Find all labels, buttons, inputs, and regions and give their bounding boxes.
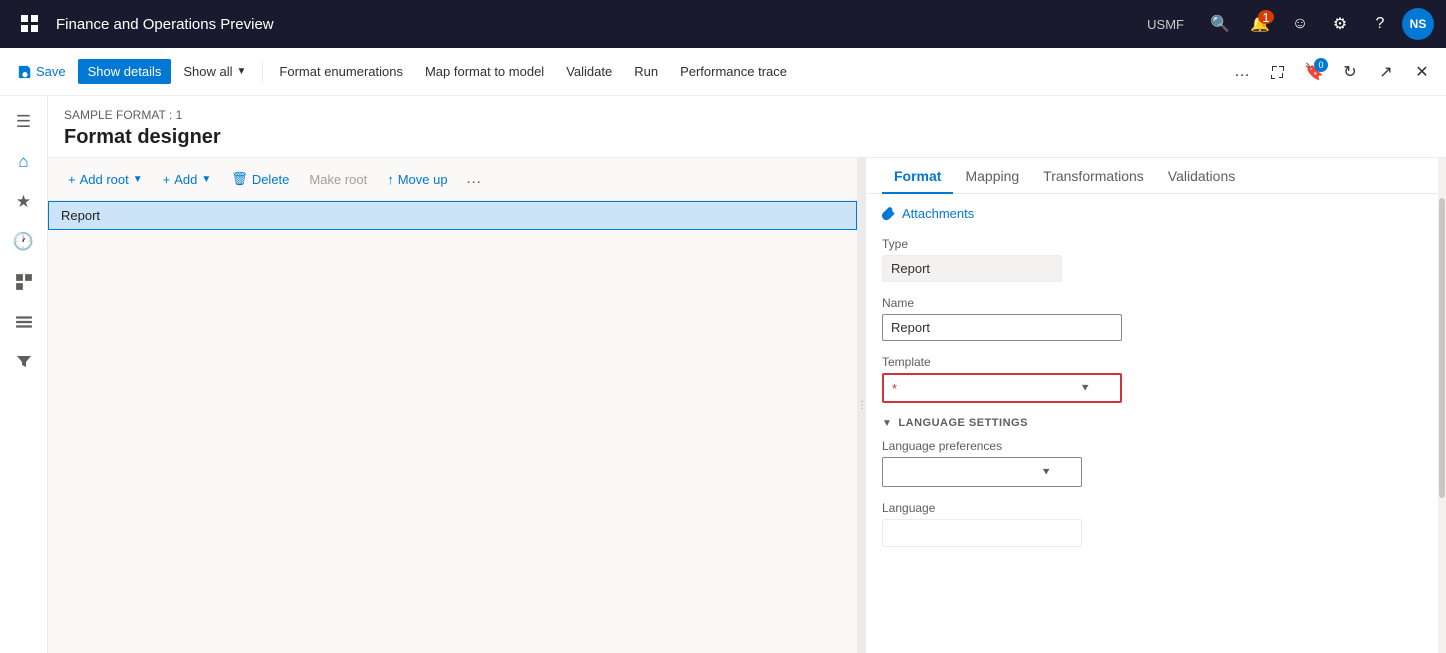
validate-button[interactable]: Validate	[556, 59, 622, 84]
notifications-icon[interactable]: 🔔 1	[1242, 6, 1278, 42]
save-button[interactable]: Save	[8, 59, 76, 84]
properties-content: Attachments Type Report Name Template	[866, 194, 1446, 653]
right-scrollbar[interactable]	[1438, 158, 1446, 653]
designer-area: + Add root ▼ + Add ▼ 🗑 Delete Make ro	[48, 158, 1446, 653]
performance-trace-button[interactable]: Performance trace	[670, 59, 797, 84]
language-preferences-label: Language preferences	[882, 439, 1430, 453]
nav-hamburger-icon[interactable]: ☰	[6, 104, 42, 140]
move-up-button[interactable]: ↑ Move up	[379, 168, 455, 191]
make-root-button[interactable]: Make root	[301, 168, 375, 191]
tab-format[interactable]: Format	[882, 158, 953, 194]
properties-panel: Format Mapping Transformations Validatio…	[866, 158, 1446, 653]
language-field-group: Language	[882, 501, 1430, 547]
search-icon[interactable]: 🔍	[1202, 6, 1238, 42]
tree-more-options-icon[interactable]: …	[460, 166, 488, 192]
separator-1	[262, 60, 263, 84]
template-label: Template	[882, 355, 1430, 369]
language-label: Language	[882, 501, 1430, 515]
language-settings-section[interactable]: ▼ LANGUAGE SETTINGS	[882, 417, 1430, 429]
close-icon[interactable]: ✕	[1406, 56, 1438, 88]
refresh-icon[interactable]: ↻	[1334, 56, 1366, 88]
tree-item-label: Report	[61, 208, 100, 223]
add-button[interactable]: + Add ▼	[155, 168, 220, 191]
nav-home-icon[interactable]: ⌂	[6, 144, 42, 180]
delete-button[interactable]: 🗑 Delete	[223, 167, 297, 191]
name-label: Name	[882, 296, 1430, 310]
type-value: Report	[882, 255, 1062, 282]
type-field-group: Type Report	[882, 237, 1430, 282]
gear-icon[interactable]: ⚙	[1322, 6, 1358, 42]
property-tabs: Format Mapping Transformations Validatio…	[866, 158, 1446, 194]
user-avatar[interactable]: NS	[1402, 8, 1434, 40]
panel-divider[interactable]: ⋮	[858, 158, 866, 653]
language-preferences-dropdown-inner[interactable]: ⯆	[882, 457, 1082, 487]
expand-icon[interactable]	[1262, 56, 1294, 88]
template-dropdown[interactable]: * ⯆	[882, 373, 1122, 403]
title-bar-right: USMF 🔍 🔔 1 ☺ ⚙ ? NS	[1139, 6, 1434, 42]
bookmark-icon[interactable]: 🔖 0	[1298, 56, 1330, 88]
content-area: SAMPLE FORMAT : 1 Format designer + Add …	[48, 96, 1446, 653]
template-required-star: *	[892, 381, 897, 396]
main-layout: ☰ ⌂ ★ 🕐 SAMPLE FORMAT : 1 Format designe…	[0, 96, 1446, 653]
type-label: Type	[882, 237, 1430, 251]
tab-mapping[interactable]: Mapping	[953, 158, 1031, 194]
scrollbar-thumb	[1439, 198, 1445, 498]
tree-panel: + Add root ▼ + Add ▼ 🗑 Delete Make ro	[48, 158, 858, 653]
template-dropdown-inner[interactable]: * ⯆	[882, 373, 1122, 403]
attachments-label: Attachments	[902, 206, 974, 221]
add-root-button[interactable]: + Add root ▼	[60, 168, 151, 191]
language-preferences-chevron-icon: ⯆	[1041, 465, 1051, 480]
tree-item[interactable]: Report	[48, 201, 857, 230]
breadcrumb: SAMPLE FORMAT : 1	[64, 108, 1430, 122]
name-field-group: Name	[882, 296, 1430, 341]
template-chevron-down-icon: ⯆	[1080, 381, 1090, 396]
section-collapse-icon: ▼	[882, 418, 892, 429]
apps-grid-icon[interactable]	[12, 6, 48, 42]
notification-count: 1	[1258, 10, 1274, 24]
add-chevron-icon: ▼	[201, 174, 211, 185]
add-root-chevron-icon: ▼	[133, 174, 143, 185]
user-settings-icon[interactable]: ☺	[1282, 6, 1318, 42]
help-icon[interactable]: ?	[1362, 6, 1398, 42]
format-enumerations-button[interactable]: Format enumerations	[269, 59, 413, 84]
show-details-button[interactable]: Show details	[78, 59, 172, 84]
nav-workspaces-icon[interactable]	[6, 264, 42, 300]
action-toolbar: Save Show details Show all ▼ Format enum…	[0, 48, 1446, 96]
attachments-link[interactable]: Attachments	[882, 206, 1430, 221]
nav-filter-icon[interactable]	[6, 344, 42, 380]
show-all-button[interactable]: Show all ▼	[173, 59, 256, 84]
tab-transformations[interactable]: Transformations	[1031, 158, 1156, 194]
template-field-group: Template * ⯆	[882, 355, 1430, 403]
tree-toolbar: + Add root ▼ + Add ▼ 🗑 Delete Make ro	[48, 158, 857, 201]
language-input[interactable]	[882, 519, 1082, 547]
nav-recent-icon[interactable]: 🕐	[6, 224, 42, 260]
show-all-chevron: ▼	[237, 66, 247, 77]
language-preferences-dropdown[interactable]: ⯆	[882, 457, 1082, 487]
section-header-label: LANGUAGE SETTINGS	[898, 417, 1028, 429]
name-input[interactable]	[882, 314, 1122, 341]
language-preferences-field-group: Language preferences ⯆	[882, 439, 1430, 487]
bookmark-count: 0	[1314, 58, 1328, 72]
run-button[interactable]: Run	[624, 59, 668, 84]
page-title: Format designer	[64, 126, 1430, 149]
org-label: USMF	[1139, 11, 1192, 38]
tree-content: Report	[48, 201, 857, 653]
app-title: Finance and Operations Preview	[56, 16, 1139, 33]
toolbar-right: … 🔖 0 ↻ ↗ ✕	[1226, 56, 1438, 88]
more-options-icon[interactable]: …	[1226, 56, 1258, 88]
title-bar: Finance and Operations Preview USMF 🔍 🔔 …	[0, 0, 1446, 48]
nav-list-icon[interactable]	[6, 304, 42, 340]
left-nav: ☰ ⌂ ★ 🕐	[0, 96, 48, 653]
nav-favorites-icon[interactable]: ★	[6, 184, 42, 220]
tab-validations[interactable]: Validations	[1156, 158, 1247, 194]
open-new-window-icon[interactable]: ↗	[1370, 56, 1402, 88]
page-header: SAMPLE FORMAT : 1 Format designer	[48, 96, 1446, 158]
map-format-to-model-button[interactable]: Map format to model	[415, 59, 554, 84]
